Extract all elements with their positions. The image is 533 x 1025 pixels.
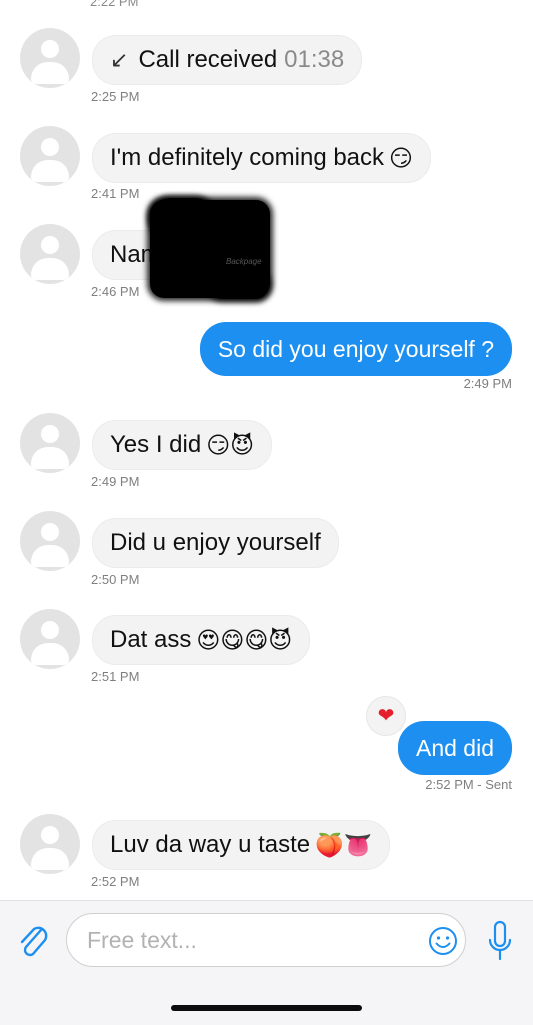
contact-avatar[interactable] (20, 511, 80, 571)
contact-avatar[interactable] (20, 28, 80, 88)
input-placeholder: Free text... (87, 927, 197, 953)
contact-avatar[interactable] (20, 126, 80, 186)
call-label: Call received (138, 46, 278, 73)
message-emoji: 🍑👅 (315, 831, 373, 858)
message-text: Dat ass (110, 626, 192, 653)
message-emoji: 😍😋😋😈 (196, 626, 293, 653)
contact-avatar[interactable] (20, 413, 80, 473)
message-time: 2:25 PM (91, 89, 140, 104)
smiley-icon[interactable] (428, 926, 458, 956)
timestamp-cut: 2:22 PM (90, 0, 139, 9)
message-time: 2:41 PM (91, 186, 140, 201)
message-text: And did (415, 734, 494, 761)
incoming-message-bubble[interactable]: Dat ass 😍😋😋😈 (92, 615, 311, 665)
message-text: So did you enjoy yourself ? (217, 335, 494, 362)
heart-icon: ❤ (377, 705, 395, 727)
watermark-text: Backpage (226, 257, 262, 266)
paperclip-icon[interactable] (16, 922, 50, 962)
call-duration: 01:38 (284, 46, 345, 73)
message-text: Luv da way u taste (110, 831, 311, 858)
message-time: 2:49 PM (91, 474, 140, 489)
contact-avatar[interactable] (20, 609, 80, 669)
incoming-message-bubble[interactable]: Did u enjoy yourself (92, 518, 339, 568)
redaction-scribble (210, 272, 268, 299)
redaction-scribble (150, 198, 215, 238)
message-time: 2:52 PM (91, 874, 140, 889)
heart-reaction[interactable]: ❤ (366, 696, 406, 736)
message-text: Yes I did (110, 431, 202, 458)
message-time: 2:51 PM (91, 669, 140, 684)
message-thread[interactable]: 2:22 PM ↙ Call received 01:38 2:25 PM I'… (0, 0, 533, 900)
message-text: I'm definitely coming back (110, 144, 385, 171)
outgoing-message-bubble[interactable]: So did you enjoy yourself ? (199, 322, 512, 376)
home-indicator[interactable] (171, 1005, 362, 1011)
message-time: 2:50 PM (91, 572, 140, 587)
incoming-message-bubble[interactable]: Luv da way u taste 🍑👅 (92, 820, 391, 870)
message-time: 2:49 PM (463, 376, 512, 391)
outgoing-message-bubble[interactable]: And did (397, 721, 512, 775)
microphone-icon[interactable] (487, 920, 513, 962)
message-input[interactable]: Free text... (66, 913, 466, 967)
message-text: Did u enjoy yourself (110, 529, 321, 556)
message-emoji: 😏 (389, 144, 414, 171)
incoming-message-bubble[interactable]: I'm definitely coming back 😏 (92, 133, 432, 183)
message-time: 2:46 PM (91, 284, 140, 299)
message-emoji: 😏😈 (206, 431, 255, 458)
arrow-down-left-icon: ↙ (110, 47, 129, 72)
incoming-message-bubble[interactable]: Yes I did 😏😈 (92, 420, 273, 470)
contact-avatar[interactable] (20, 814, 80, 874)
message-time: 2:52 PM - Sent (425, 777, 512, 792)
call-received-bubble[interactable]: ↙ Call received 01:38 (92, 35, 363, 85)
contact-avatar[interactable] (20, 224, 80, 284)
